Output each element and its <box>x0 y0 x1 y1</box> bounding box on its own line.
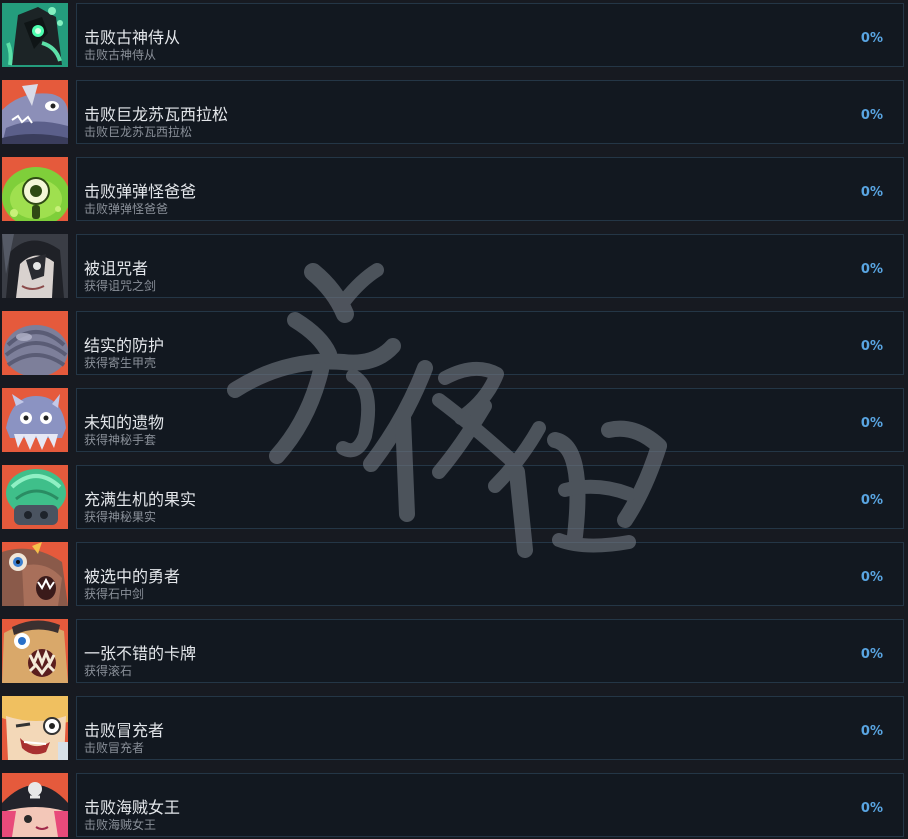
achievement-description: 获得神秘手套 <box>84 433 157 447</box>
achievement-title: 充满生机的果实 <box>84 490 197 509</box>
achievement-description: 击败冒充者 <box>84 741 145 755</box>
achievement-row[interactable]: 击败弹弹怪爸爸 击败弹弹怪爸爸 0% <box>0 156 908 222</box>
achievement-description: 击败古神侍从 <box>84 48 157 62</box>
achievement-description: 获得寄生甲壳 <box>84 356 157 370</box>
cursed-one-icon <box>2 234 68 298</box>
achievement-row[interactable]: 充满生机的果实 获得神秘果实 0% <box>0 464 908 530</box>
mystery-glove-icon <box>2 388 68 452</box>
achievement-panel: 充满生机的果实 获得神秘果实 0% <box>76 465 904 529</box>
achievement-description: 击败弹弹怪爸爸 <box>84 202 169 216</box>
achievement-row[interactable]: 结实的防护 获得寄生甲壳 0% <box>0 310 908 376</box>
achievement-percent: 0% <box>860 493 883 508</box>
bouncy-monster-icon <box>2 157 68 221</box>
achievement-row[interactable]: 击败冒充者 击败冒充者 0% <box>0 695 908 761</box>
achievement-panel: 结实的防护 获得寄生甲壳 0% <box>76 311 904 375</box>
achievement-title: 击败海贼女王 <box>84 798 181 817</box>
achievement-title: 未知的遗物 <box>84 413 165 432</box>
achievement-description: 击败海贼女王 <box>84 818 157 832</box>
achievement-percent: 0% <box>860 647 883 662</box>
rolling-stone-card-icon <box>2 619 68 683</box>
chosen-hero-icon <box>2 542 68 606</box>
achievement-title: 击败冒充者 <box>84 721 165 740</box>
achievement-percent: 0% <box>860 262 883 277</box>
ancient-god-servant-icon <box>2 3 68 67</box>
achievement-percent: 0% <box>860 801 883 816</box>
achievement-percent: 0% <box>860 570 883 585</box>
achievement-title: 击败巨龙苏瓦西拉松 <box>84 105 229 124</box>
shell-armor-icon <box>2 311 68 375</box>
achievement-panel: 击败冒充者 击败冒充者 0% <box>76 696 904 760</box>
achievement-percent: 0% <box>860 416 883 431</box>
achievement-row[interactable]: 一张不错的卡牌 获得滚石 0% <box>0 618 908 684</box>
achievement-row[interactable]: 被选中的勇者 获得石中剑 0% <box>0 541 908 607</box>
achievement-title: 击败弹弹怪爸爸 <box>84 182 197 201</box>
achievement-percent: 0% <box>860 185 883 200</box>
achievement-row[interactable]: 击败巨龙苏瓦西拉松 击败巨龙苏瓦西拉松 0% <box>0 79 908 145</box>
achievement-percent: 0% <box>860 724 883 739</box>
achievement-panel: 被诅咒者 获得诅咒之剑 0% <box>76 234 904 298</box>
pirate-queen-icon <box>2 773 68 837</box>
achievement-description: 获得石中剑 <box>84 587 145 601</box>
achievement-panel: 被选中的勇者 获得石中剑 0% <box>76 542 904 606</box>
achievement-title: 一张不错的卡牌 <box>84 644 197 663</box>
achievement-description: 获得诅咒之剑 <box>84 279 157 293</box>
achievement-row[interactable]: 击败海贼女王 击败海贼女王 0% <box>0 772 908 838</box>
achievement-panel: 击败巨龙苏瓦西拉松 击败巨龙苏瓦西拉松 0% <box>76 80 904 144</box>
achievement-description: 击败巨龙苏瓦西拉松 <box>84 125 193 139</box>
achievement-list: 击败古神侍从 击败古神侍从 0% 击败巨龙苏瓦西拉松 击败巨龙苏瓦西拉松 0% <box>0 0 908 839</box>
achievement-panel: 击败古神侍从 击败古神侍从 0% <box>76 3 904 67</box>
achievement-panel: 击败弹弹怪爸爸 击败弹弹怪爸爸 0% <box>76 157 904 221</box>
impostor-icon <box>2 696 68 760</box>
achievement-percent: 0% <box>860 31 883 46</box>
achievement-percent: 0% <box>860 339 883 354</box>
achievement-percent: 0% <box>860 108 883 123</box>
achievement-title: 被选中的勇者 <box>84 567 181 586</box>
achievement-row[interactable]: 未知的遗物 获得神秘手套 0% <box>0 387 908 453</box>
dragon-icon <box>2 80 68 144</box>
achievement-panel: 一张不错的卡牌 获得滚石 0% <box>76 619 904 683</box>
mystery-fruit-icon <box>2 465 68 529</box>
achievement-row[interactable]: 击败古神侍从 击败古神侍从 0% <box>0 2 908 68</box>
achievement-panel: 击败海贼女王 击败海贼女王 0% <box>76 773 904 837</box>
achievement-title: 击败古神侍从 <box>84 28 181 47</box>
achievement-title: 结实的防护 <box>84 336 165 355</box>
achievement-description: 获得神秘果实 <box>84 510 157 524</box>
achievement-panel: 未知的遗物 获得神秘手套 0% <box>76 388 904 452</box>
achievement-row[interactable]: 被诅咒者 获得诅咒之剑 0% <box>0 233 908 299</box>
achievement-title: 被诅咒者 <box>84 259 149 278</box>
achievement-description: 获得滚石 <box>84 664 133 678</box>
